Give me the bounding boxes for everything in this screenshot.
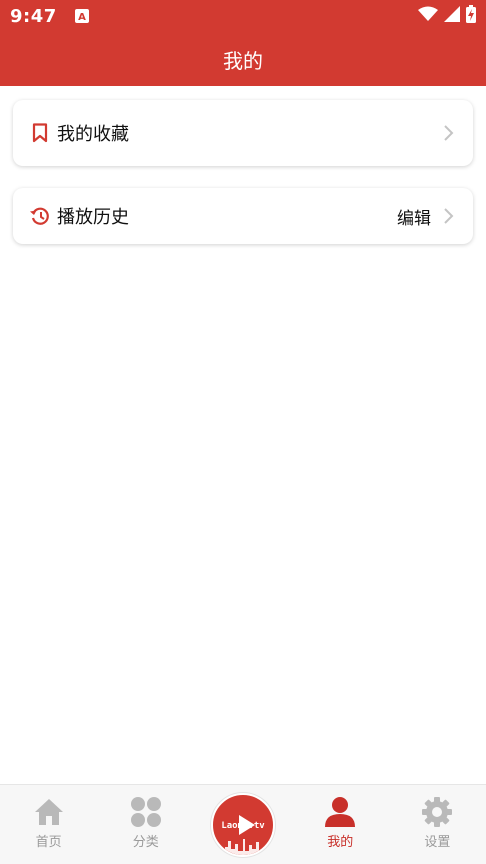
favorites-row[interactable]: 我的收藏 [13, 100, 473, 166]
signal-icon [444, 6, 460, 26]
bottom-tab-bar: 首页 分类 Laomi.tv 我的 设置 [0, 784, 486, 864]
app-bar: 我的 [0, 32, 486, 86]
center-play-logo[interactable]: Laomi.tv [211, 792, 275, 857]
tab-settings[interactable]: 设置 [389, 785, 486, 864]
history-row[interactable]: 播放历史 编辑 [13, 188, 473, 244]
chevron-right-icon [441, 206, 457, 226]
tab-category-label: 分类 [132, 835, 159, 850]
tab-profile[interactable]: 我的 [292, 785, 389, 864]
chevron-right-icon [441, 123, 457, 143]
status-bar: 9:47 A [0, 0, 486, 32]
tab-home[interactable]: 首页 [0, 785, 97, 864]
tab-profile-label: 我的 [327, 835, 354, 850]
tab-home-label: 首页 [35, 835, 62, 850]
battery-icon [466, 5, 476, 27]
history-icon [29, 205, 51, 227]
bookmark-icon [29, 122, 51, 144]
edit-button[interactable]: 编辑 [397, 204, 431, 229]
history-label: 播放历史 [57, 207, 129, 228]
status-time: 9:47 [10, 5, 57, 27]
profile-icon [323, 795, 357, 829]
tab-center-play[interactable]: Laomi.tv [194, 785, 291, 864]
tab-settings-label: 设置 [424, 835, 451, 850]
settings-icon [420, 795, 454, 829]
home-icon [32, 795, 66, 829]
wifi-icon [418, 6, 438, 26]
favorites-label: 我的收藏 [57, 124, 129, 145]
page-title: 我的 [223, 48, 263, 73]
center-logo-text: Laomi.tv [221, 820, 265, 831]
svg-text:A: A [78, 12, 86, 23]
notification-a-icon: A [74, 9, 89, 23]
tab-category[interactable]: 分类 [97, 785, 194, 864]
category-icon [129, 795, 163, 829]
